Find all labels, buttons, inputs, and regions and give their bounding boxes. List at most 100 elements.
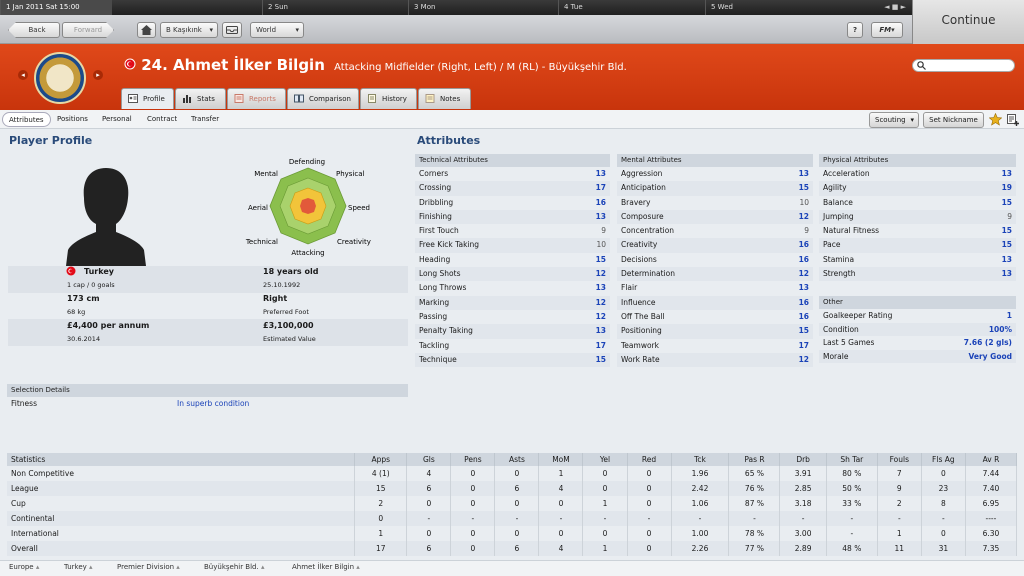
physical-attribute-label: Stamina: [823, 254, 855, 264]
physical-attribute-label: Acceleration: [823, 169, 870, 178]
search-input[interactable]: [912, 59, 1015, 72]
mental-attribute-row: Teamwork 17: [617, 339, 813, 353]
fitness-label: Fitness: [11, 399, 37, 408]
breadcrumb-item[interactable]: Premier Division ▴: [117, 563, 180, 571]
mental-attribute-row: Influence 16: [617, 295, 813, 310]
stats-column-header[interactable]: Pas R: [728, 453, 781, 466]
mental-attribute-label: Positioning: [621, 326, 662, 336]
breadcrumb-item[interactable]: Europe ▴: [9, 563, 39, 571]
subtab-attributes[interactable]: Attributes: [2, 112, 51, 127]
stats-cell: 1.00: [671, 526, 730, 541]
stats-column-header[interactable]: Gls: [406, 453, 452, 466]
home-icon: [141, 25, 152, 35]
forward-button[interactable]: Forward: [62, 22, 114, 38]
help-button[interactable]: ?: [847, 22, 863, 38]
set-nickname-button[interactable]: Set Nickname: [923, 112, 984, 128]
tab-reports[interactable]: Reports: [227, 88, 286, 109]
stats-column-header[interactable]: MoM: [538, 453, 584, 466]
stats-cell: 33 %: [826, 496, 878, 511]
scouting-button[interactable]: Scouting ▾: [869, 112, 919, 128]
chevron-down-icon: ▾: [295, 26, 299, 34]
stats-column-header[interactable]: Fls Ag: [921, 453, 966, 466]
radar-label-aerial: Aerial: [248, 204, 268, 212]
breadcrumb-item[interactable]: Turkey ▴: [64, 563, 93, 571]
star-icon[interactable]: [989, 113, 1002, 126]
breadcrumb-label: Büyükşehir Bld.: [204, 563, 259, 571]
technical-attribute-label: Dribbling: [419, 197, 454, 207]
technical-attribute-value: 13: [595, 283, 606, 293]
stats-column-header[interactable]: Tck: [671, 453, 730, 466]
stats-row: Cup 2 0 0 0 0 1 0 1.06 87 % 3.18 33 % 2 8 6.95: [7, 496, 1018, 511]
physical-attributes-table: Physical Attributes Acceleration 13 Agilit…: [819, 154, 1016, 282]
next-arrow-icon[interactable]: ▸: [93, 70, 103, 80]
subtab-contract[interactable]: Contract: [141, 112, 183, 127]
fm-menu-button[interactable]: FM▾: [871, 22, 903, 38]
subtab-transfer[interactable]: Transfer: [185, 112, 225, 127]
day-2[interactable]: 2 Sun: [262, 0, 408, 15]
other-attributes-header: Other: [819, 296, 1016, 309]
calendar-controls[interactable]: ◄ ■ ►: [884, 3, 906, 11]
add-note-icon[interactable]: [1007, 114, 1019, 126]
inbox-button[interactable]: [222, 22, 242, 38]
stats-cell: 3.18: [779, 496, 827, 511]
day-5[interactable]: 5 Wed: [705, 0, 855, 15]
stats-cell: 1: [582, 496, 628, 511]
stats-cell: 4: [406, 466, 452, 481]
stats-cell: 0: [627, 466, 672, 481]
tab-history[interactable]: History: [360, 88, 417, 109]
stats-cell: 6: [494, 541, 540, 556]
technical-attribute-value: 13: [595, 169, 606, 178]
profile-icon: [128, 94, 138, 103]
tab-notes[interactable]: Notes: [418, 88, 471, 109]
attribute-radar-chart: Defending Physical Speed Creativity Atta…: [245, 158, 371, 257]
radar-label-speed: Speed: [348, 204, 370, 212]
world-select[interactable]: World ▾: [250, 22, 304, 38]
stats-competition: League: [7, 481, 356, 496]
stats-cell: 7: [877, 466, 922, 481]
stats-column-header[interactable]: Statistics: [7, 453, 356, 466]
club-select[interactable]: B Kaşıkınk ▾: [160, 22, 218, 38]
player-nation[interactable]: Turkey: [84, 267, 114, 276]
day-4[interactable]: 4 Tue: [558, 0, 705, 15]
tab-stats[interactable]: Stats: [175, 88, 226, 109]
stats-column-header[interactable]: Av R: [965, 453, 1018, 466]
tab-comparison[interactable]: Comparison: [287, 88, 359, 109]
continue-button[interactable]: Continue: [912, 0, 1024, 44]
subtab-personal[interactable]: Personal: [96, 112, 138, 127]
tab-profile[interactable]: Profile: [121, 88, 174, 109]
back-button[interactable]: Back: [8, 22, 60, 38]
stats-column-header[interactable]: Apps: [354, 453, 408, 466]
prev-arrow-icon[interactable]: ◂: [18, 70, 28, 80]
inbox-icon: [226, 26, 238, 34]
technical-attribute-row: Passing 12: [415, 310, 610, 324]
stats-column-header[interactable]: Sh Tar: [826, 453, 878, 466]
breadcrumb-item[interactable]: Ahmet İlker Bilgin ▴: [292, 563, 360, 571]
technical-attribute-label: Technique: [419, 354, 457, 364]
radar-label-creativity: Creativity: [337, 238, 371, 246]
stats-column-header[interactable]: Red: [627, 453, 672, 466]
home-button[interactable]: [137, 22, 156, 38]
technical-attribute-value: 10: [596, 240, 606, 250]
mental-attribute-row: Positioning 15: [617, 324, 813, 339]
stats-cell: ----: [965, 511, 1018, 526]
stats-cell: -: [671, 511, 730, 526]
stats-column-header[interactable]: Drb: [779, 453, 827, 466]
mental-attribute-row: Work Rate 12: [617, 352, 813, 368]
technical-attribute-row: Long Throws 13: [415, 281, 610, 295]
stats-cell: 11: [877, 541, 922, 556]
stats-column-header[interactable]: Fouls: [877, 453, 922, 466]
stats-cell: 1.06: [671, 496, 730, 511]
day-3[interactable]: 3 Mon: [408, 0, 558, 15]
stats-cell: 2: [354, 496, 408, 511]
stats-cell: 9: [877, 481, 922, 496]
other-attribute-row: Morale Very Good: [819, 349, 1016, 363]
breadcrumb-item[interactable]: Büyükşehir Bld. ▴: [204, 563, 264, 571]
stats-column-header[interactable]: Pens: [450, 453, 496, 466]
stats-column-header[interactable]: Asts: [494, 453, 540, 466]
stats-cell: 0: [450, 466, 496, 481]
stats-cell: 0: [494, 496, 540, 511]
stats-column-header[interactable]: Yel: [582, 453, 628, 466]
stats-cell: 2.42: [671, 481, 730, 496]
subtab-positions[interactable]: Positions: [51, 112, 94, 127]
current-date[interactable]: 1 Jan 2011 Sat 15:00: [0, 0, 112, 15]
